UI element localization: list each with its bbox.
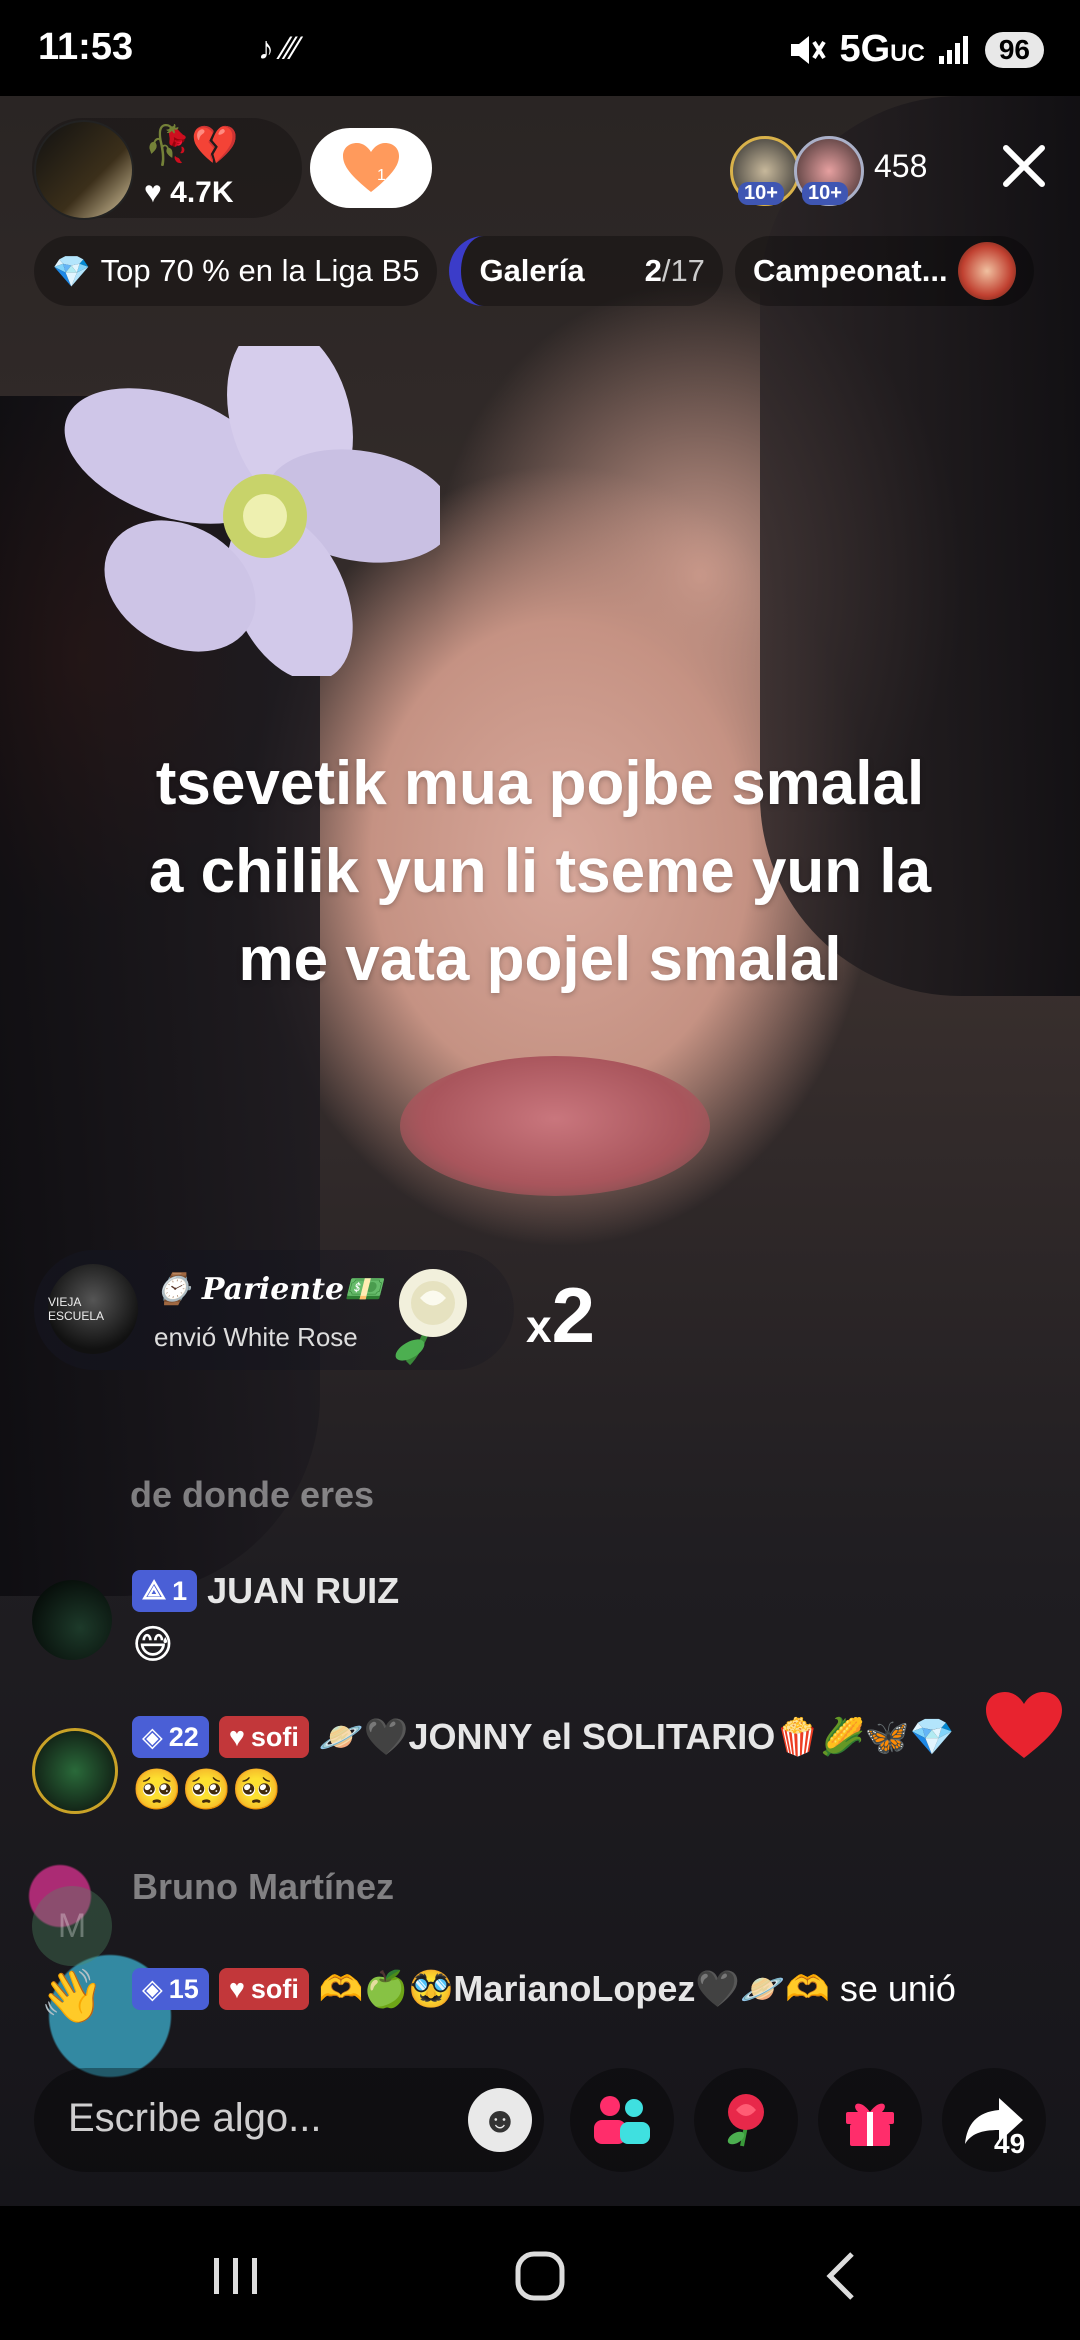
campaign-chip[interactable]: Campeonat... [734, 236, 1034, 306]
heart-icon: 1 [343, 143, 399, 192]
campaign-avatar [957, 242, 1016, 300]
host-name: 🥀💔 [144, 125, 239, 167]
league-chip[interactable]: 💎 Top 70 % en la Liga B5 [34, 236, 438, 306]
status-right: 5GUC 96 [787, 28, 1044, 71]
multi-guest-button[interactable] [570, 2068, 674, 2172]
league-label: Top 70 % en la Liga B5 [100, 253, 420, 288]
host-avatar[interactable] [34, 120, 134, 220]
back-icon[interactable] [802, 2236, 882, 2316]
emoji-icon: ☻ [481, 2099, 519, 2140]
joiner-name[interactable]: 🫶🍏🥸MarianoLopez🖤🪐🫶 [319, 1968, 830, 2010]
viewer-badge: 10+ [802, 182, 848, 205]
system-navigation-bar [0, 2206, 1080, 2340]
rose-icon [727, 2094, 764, 2147]
gallery-index: 2 [644, 253, 662, 288]
commenter-avatar[interactable] [32, 1728, 118, 1814]
wave-hand-icon: 👋 [39, 1968, 105, 2026]
svg-text:1: 1 [377, 167, 386, 184]
status-time: 11:53 [38, 26, 134, 68]
level-icon: ◈ [142, 1721, 163, 1752]
campaign-label: Campeonat... [752, 253, 948, 288]
people-icon [594, 2096, 650, 2144]
info-chips: 💎 Top 70 % en la Liga B5 Galería 2/17 Ca… [34, 236, 1034, 308]
level-badge: ◈ 15 [132, 1968, 209, 2010]
rose-gift-button[interactable] [694, 2068, 798, 2172]
gift-action: envió White Rose [154, 1322, 358, 1352]
follow-button[interactable]: 1 [310, 128, 432, 208]
recent-apps-icon[interactable] [196, 2236, 276, 2316]
mute-icon [791, 35, 827, 64]
battery-indicator: 96 [984, 31, 1044, 68]
network-label: 5GUC [839, 28, 925, 70]
gallery-label: Galería [479, 253, 585, 288]
diamond-icon: 💎 [52, 253, 91, 289]
level-badge: ◈ 22 [132, 1716, 209, 1758]
stream-overlay-text: tsevetik mua pojbe smalal a chilik yun l… [148, 749, 932, 994]
commenter-name[interactable]: JUAN RUIZ [207, 1570, 399, 1612]
gift-sender-name: ⌚ Pariente💵 [154, 1272, 382, 1307]
commenter-avatar[interactable]: M [32, 1886, 112, 1966]
join-header: ◈ 15 ♥ sofi 🫶🍏🥸MarianoLopez🖤🪐🫶 se unió [132, 1968, 956, 2010]
gift-box-icon [846, 2103, 894, 2146]
share-count: 49 [994, 2128, 1026, 2159]
floating-heart-icon [986, 1692, 1062, 1758]
commenter-name[interactable]: Bruno Martínez [132, 1866, 394, 1908]
comment-input-placeholder: Escribe algo... [68, 2096, 322, 2140]
commenter-avatar[interactable] [32, 1580, 112, 1660]
video-background [400, 1056, 710, 1196]
comment-header: ⟁ 1 JUAN RUIZ [132, 1570, 399, 1612]
emoji-button[interactable]: ☻ [468, 2088, 532, 2152]
commenter-name[interactable]: 🪐🖤JONNY el SOLITARIO🍿🌽🦋💎 [319, 1716, 955, 1758]
home-icon[interactable] [500, 2236, 580, 2316]
close-icon[interactable] [994, 136, 1054, 196]
comment-message: 🥺🥺🥺 [132, 1768, 282, 1812]
gift-sender-avatar[interactable]: VIEJA ESCUELA [48, 1264, 138, 1354]
gift-button[interactable] [818, 2068, 922, 2172]
fan-icon: ♥ [228, 1973, 245, 2004]
host-likes: ♥ 4.7K [144, 176, 234, 209]
status-bar: 11:53 ♪ ⁄⁄⁄ 5GUC 96 [0, 0, 1080, 96]
fan-icon: ♥ [228, 1721, 245, 1752]
white-rose-icon [395, 1269, 467, 1366]
level-icon: ⟁ [142, 1575, 167, 1605]
flower-image [64, 346, 440, 676]
viewer-badge: 10+ [738, 182, 784, 205]
comment-header: ◈ 22 ♥ sofi 🪐🖤JONNY el SOLITARIO🍿🌽🦋💎 [132, 1716, 955, 1758]
level-icon: ◈ [142, 1973, 163, 2004]
comment-message: 😅 [132, 1623, 174, 1667]
fan-badge: ♥ sofi [218, 1716, 309, 1758]
tiktok-icon: ♪ ⁄⁄⁄ [258, 30, 299, 66]
viewer-count[interactable]: 458 [874, 148, 927, 185]
level-badge: ⟁ 1 [132, 1570, 198, 1612]
signal-icon [938, 35, 968, 64]
gallery-total: /17 [661, 253, 705, 288]
join-action: se unió [839, 1968, 956, 2009]
gift-multiplier: x2 [526, 1271, 595, 1359]
fan-badge: ♥ sofi [218, 1968, 309, 2010]
gallery-chip[interactable]: Galería 2/17 [449, 236, 723, 306]
comment-text: de donde eres [130, 1474, 375, 1515]
